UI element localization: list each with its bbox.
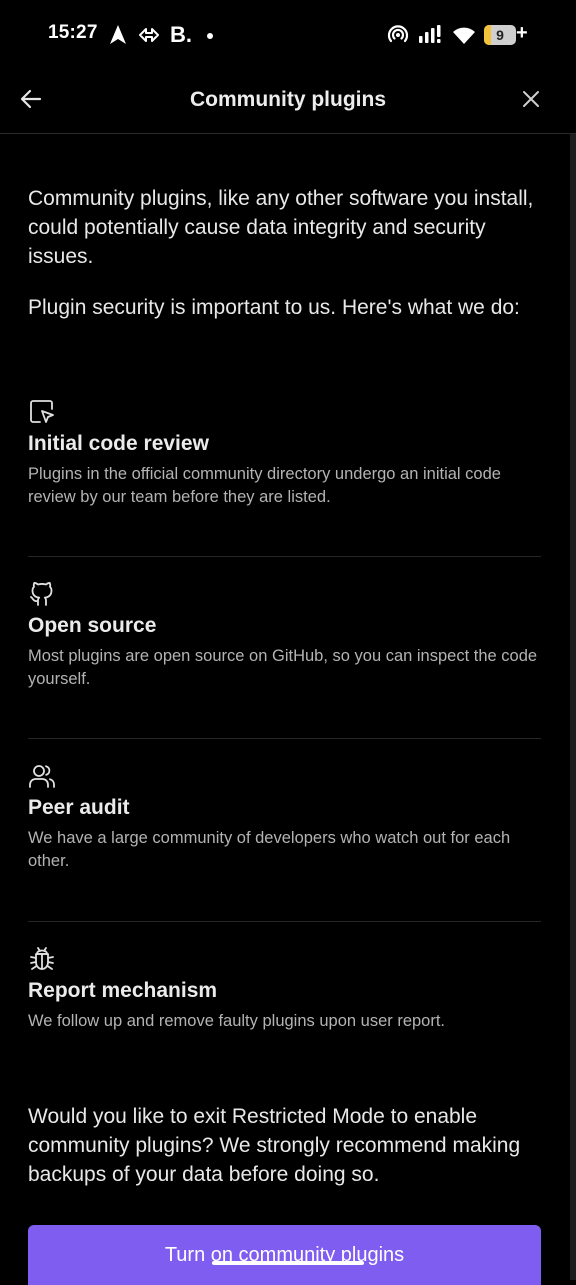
feature-description: We follow up and remove faulty plugins u…	[28, 1012, 446, 1030]
signal-icon	[418, 24, 444, 51]
status-time: 15:27	[48, 22, 98, 43]
bug-icon	[28, 945, 56, 973]
feature-title: Initial code review	[28, 432, 209, 455]
app-letter: B.	[170, 22, 192, 47]
github-icon	[28, 580, 56, 608]
feature-title: Open source	[28, 614, 157, 637]
intro-paragraph: Community plugins, like any other softwa…	[28, 187, 534, 268]
code-review-icon	[28, 398, 56, 426]
battery-icon: 9	[484, 25, 516, 45]
hotspot-icon	[387, 24, 409, 51]
page-title: Community plugins	[190, 88, 386, 111]
header: Community plugins	[0, 70, 576, 134]
wifi-icon	[451, 24, 477, 51]
divider	[28, 556, 541, 557]
feature-report-mechanism: Report mechanism We follow up and remove…	[28, 945, 541, 1033]
battery-level: 9	[496, 27, 504, 43]
feature-description: Most plugins are open source on GitHub, …	[28, 647, 538, 688]
feature-open-source: Open source Most plugins are open source…	[28, 580, 541, 691]
divider	[28, 921, 541, 922]
close-icon	[521, 89, 541, 114]
intro-paragraph-security: Plugin security is important to us. Here…	[28, 296, 520, 319]
feature-description: Plugins in the official community direct…	[28, 465, 501, 506]
data-transfer-icon	[138, 24, 160, 51]
home-indicator[interactable]	[212, 1261, 364, 1265]
feature-initial-code-review: Initial code review Plugins in the offic…	[28, 398, 541, 509]
status-bar: 15:27 B. 9 +	[0, 0, 576, 70]
divider	[28, 738, 541, 739]
notification-dot	[207, 33, 213, 39]
feature-peer-audit: Peer audit We have a large community of …	[28, 762, 541, 873]
feature-title: Report mechanism	[28, 979, 218, 1002]
feature-description: We have a large community of developers …	[28, 829, 511, 870]
users-icon	[28, 762, 56, 790]
battery-charging-plus: +	[516, 22, 528, 44]
close-button[interactable]	[514, 84, 548, 118]
restricted-mode-question: Would you like to exit Restricted Mode t…	[28, 1105, 521, 1186]
feature-title: Peer audit	[28, 796, 130, 819]
modal-content[interactable]: Community plugins, like any other softwa…	[0, 134, 576, 1285]
scrollbar[interactable]	[570, 134, 576, 1280]
navigation-arrow-icon	[108, 24, 128, 51]
turn-on-community-plugins-button[interactable]: Turn on community plugins	[28, 1225, 541, 1285]
